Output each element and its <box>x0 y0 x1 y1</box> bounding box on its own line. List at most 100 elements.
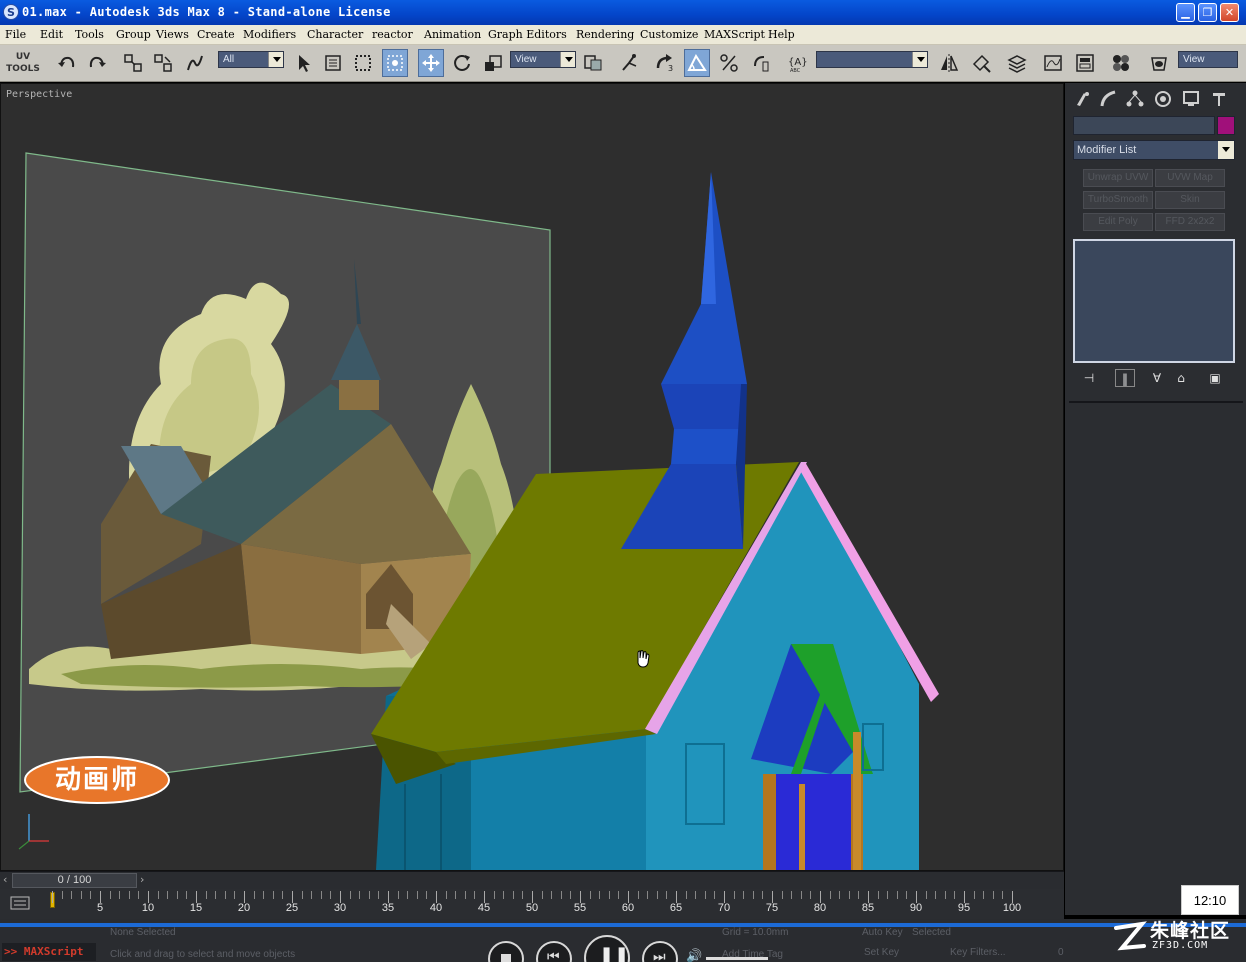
align-button[interactable] <box>968 49 994 77</box>
ffd-2x2x2-button[interactable]: FFD 2x2x2 <box>1155 213 1225 231</box>
frame-tick <box>800 891 802 899</box>
named-selection-sets-dropdown[interactable] <box>816 51 928 68</box>
menu-graph-editors[interactable]: Graph Editors <box>488 28 567 41</box>
layer-manager-button[interactable] <box>1004 49 1030 77</box>
previous-frame-arrow-icon[interactable]: ‹ <box>3 873 7 886</box>
schematic-view-button[interactable] <box>1072 49 1098 77</box>
skin-button[interactable]: Skin <box>1155 191 1225 209</box>
previous-button[interactable]: ⏮ <box>536 941 572 962</box>
window-crossing-button[interactable] <box>382 49 408 77</box>
menu-customize[interactable]: Customize <box>640 28 698 41</box>
select-and-scale-button[interactable] <box>480 49 506 77</box>
motion-tab[interactable] <box>1151 87 1175 111</box>
frame-tick <box>493 891 495 899</box>
menu-edit[interactable]: Edit <box>40 28 63 41</box>
select-object-button[interactable] <box>290 49 316 77</box>
redo-button[interactable] <box>84 49 110 77</box>
turbosmooth-button[interactable]: TurboSmooth <box>1083 191 1153 209</box>
menu-group[interactable]: Group <box>116 28 151 41</box>
select-and-rotate-button[interactable] <box>449 49 475 77</box>
video-progress-bar[interactable] <box>0 923 1246 927</box>
frame-tick <box>282 891 284 899</box>
modifier-list-dropdown[interactable]: Modifier List <box>1073 140 1235 160</box>
snaps-toggle-button[interactable]: 3 <box>652 49 678 77</box>
select-by-name-button[interactable] <box>320 49 346 77</box>
menu-reactor[interactable]: reactor <box>372 28 413 41</box>
pivot-center-button[interactable] <box>580 49 606 77</box>
frame-tick <box>704 891 706 899</box>
percent-snap-button[interactable] <box>716 49 742 77</box>
menu-animation[interactable]: Animation <box>424 28 481 41</box>
menu-create[interactable]: Create <box>197 28 235 41</box>
key-mode-dropdown[interactable]: Selected <box>912 927 951 938</box>
render-scene-button[interactable] <box>1146 49 1172 77</box>
set-key-button[interactable]: Set Key <box>864 947 899 958</box>
select-and-manipulate-button[interactable] <box>616 49 642 77</box>
next-frame-arrow-icon[interactable]: › <box>140 873 144 886</box>
mini-curve-editor-icon[interactable] <box>10 895 30 911</box>
modify-tab[interactable] <box>1097 87 1121 111</box>
spinner-snap-button[interactable] <box>748 49 774 77</box>
time-slider[interactable]: ‹ 0 / 100 › <box>0 871 1064 889</box>
edit-poly-button[interactable]: Edit Poly <box>1083 213 1153 231</box>
pause-button[interactable]: ❚❚ <box>584 935 630 962</box>
frame-tick <box>954 891 956 899</box>
track-bar[interactable]: 5 10 15 20 25 30 35 40 45 50 55 60 65 70 75 80 85 90 95 100 <box>0 889 1064 919</box>
time-slider-thumb[interactable]: 0 / 100 <box>12 873 137 888</box>
hierarchy-tab[interactable] <box>1123 87 1147 111</box>
current-frame-field[interactable]: 0 <box>1058 947 1064 958</box>
object-name-field[interactable] <box>1073 116 1215 135</box>
menu-maxscript[interactable]: MAXScript <box>704 28 765 41</box>
reference-coordinate-dropdown[interactable]: View <box>510 51 576 68</box>
3dsmax-app-icon[interactable]: S <box>3 4 19 20</box>
menu-modifiers[interactable]: Modifiers <box>243 28 296 41</box>
unlink-selection-button[interactable] <box>150 49 176 77</box>
utilities-tab[interactable] <box>1207 87 1231 111</box>
menu-help[interactable]: Help <box>768 28 795 41</box>
mirror-button[interactable] <box>936 49 962 77</box>
auto-key-button[interactable]: Auto Key <box>862 927 903 938</box>
volume-slider[interactable] <box>706 957 768 960</box>
minimize-button[interactable]: ▁ <box>1176 3 1195 22</box>
volume-icon[interactable]: 🔊 <box>686 949 702 962</box>
material-editor-button[interactable] <box>1108 49 1134 77</box>
restore-button[interactable]: ❐ <box>1198 3 1217 22</box>
edit-named-selection-button[interactable]: {A} ABC <box>784 49 810 77</box>
undo-button[interactable] <box>54 49 80 77</box>
remove-modifier-button[interactable]: ⌂ <box>1171 369 1191 387</box>
frame-tick-label: 20 <box>237 902 251 914</box>
menu-file[interactable]: File <box>5 28 26 41</box>
bind-to-space-warp-button[interactable] <box>182 49 208 77</box>
next-button[interactable]: ⏭ <box>642 941 678 962</box>
motion-icon <box>1155 91 1171 107</box>
zf-logo-icon <box>1114 921 1147 951</box>
create-tab[interactable] <box>1071 87 1095 111</box>
angle-snap-button[interactable] <box>684 49 710 77</box>
uvw-map-button[interactable]: UVW Map <box>1155 169 1225 187</box>
show-end-result-button[interactable]: ‖ <box>1115 369 1135 387</box>
maxscript-listener[interactable]: >> MAXScript <box>2 943 96 961</box>
menu-character[interactable]: Character <box>307 28 363 41</box>
menu-tools[interactable]: Tools <box>75 28 104 41</box>
stop-button[interactable] <box>488 941 524 962</box>
pin-stack-button[interactable]: ⊣ <box>1079 369 1099 387</box>
select-and-move-button[interactable] <box>418 49 444 77</box>
menu-rendering[interactable]: Rendering <box>576 28 634 41</box>
rectangular-selection-button[interactable] <box>350 49 376 77</box>
display-tab[interactable] <box>1179 87 1203 111</box>
perspective-viewport[interactable]: Perspective <box>0 83 1064 871</box>
make-unique-button[interactable]: ∀ <box>1147 369 1167 387</box>
curve-editor-button[interactable] <box>1040 49 1066 77</box>
object-color-swatch[interactable] <box>1217 116 1235 135</box>
render-type-dropdown[interactable]: View <box>1178 51 1238 68</box>
svg-text:{A}: {A} <box>788 57 808 68</box>
close-button[interactable]: ✕ <box>1220 3 1239 22</box>
menu-views[interactable]: Views <box>156 28 189 41</box>
unwrap-uvw-button[interactable]: Unwrap UVW <box>1083 169 1153 187</box>
uv-tools-button[interactable]: UV TOOLS <box>6 49 40 77</box>
selection-filter-dropdown[interactable]: All <box>218 51 284 68</box>
key-filters-button[interactable]: Key Filters... <box>950 947 1006 958</box>
configure-modifier-sets-button[interactable]: ▣ <box>1205 369 1225 387</box>
select-and-link-button[interactable] <box>120 49 146 77</box>
modifier-stack-list[interactable] <box>1073 239 1235 363</box>
